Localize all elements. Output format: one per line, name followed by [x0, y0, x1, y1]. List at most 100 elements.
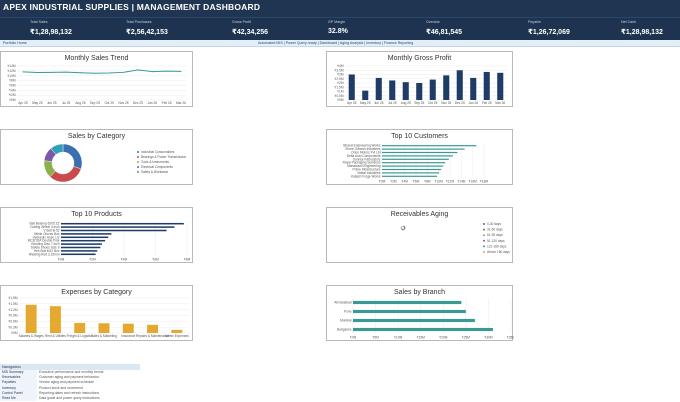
y-tick-label: ₹0.9M — [8, 314, 17, 318]
nav-table-row[interactable]: Read Me Data guide and power query instru… — [0, 395, 140, 402]
y-tick-label: Welding Rod 3.15mm — [29, 252, 60, 256]
sales-category-panel: Sales by Category Industrial Consumables… — [0, 129, 193, 185]
legend-label: Industrial Consumables — [141, 150, 175, 154]
x-tick-label: Salaries & Wages — [19, 334, 45, 338]
data-point — [94, 72, 96, 74]
x-tick-label: ₹0M — [350, 336, 357, 340]
kpi-value: ₹1,28,98,132 — [621, 29, 663, 36]
top-products-chart: ₹0M ₹2M ₹4M ₹6M ₹8MBall Bearing 6205 ZZCutti… — [28, 222, 191, 262]
y-tick-label: ₹0M — [337, 98, 344, 102]
expense-bar — [74, 322, 86, 333]
legend-swatch — [483, 245, 485, 248]
kpi-value: ₹1,26,72,069 — [528, 29, 570, 36]
x-tick-label: Oct 25 — [104, 101, 114, 105]
bar — [382, 168, 442, 171]
bar — [61, 246, 101, 249]
x-tick-label: ₹30M — [484, 336, 493, 340]
kpi-label: Overdue — [426, 20, 440, 24]
kpi-strip: Total Sales ₹1,28,98,132 Total Purchases ₹2… — [0, 18, 680, 40]
x-tick-label: Oct 25 — [428, 101, 438, 105]
data-point — [123, 71, 125, 73]
y-tick-label: ₹4M — [337, 64, 344, 68]
expense-bar — [49, 306, 61, 333]
y-tick-label: ₹2M — [337, 81, 344, 85]
receivables-panel: Receivables Aging 0-30 days 31-60 days 61-… — [326, 207, 513, 263]
bar — [382, 145, 477, 147]
x-tick-label: ₹35M — [507, 336, 514, 340]
x-tick-label: ₹10M — [394, 336, 403, 340]
x-tick-label: Mar 26 — [176, 101, 186, 105]
expenses-chart: ₹0M ₹0.3M ₹0.6M₹0.9M ₹1.2M ₹1.5M ₹1.8M Salarie… — [8, 296, 189, 338]
x-tick-label: Insurance — [121, 334, 135, 338]
gp-bar — [470, 77, 477, 100]
kpi-label: Payable — [528, 20, 541, 24]
legend-swatch — [137, 151, 139, 153]
bar — [382, 155, 453, 157]
bar — [382, 172, 440, 174]
y-tick-label: ₹2M — [9, 93, 16, 97]
x-tick-label: Dec 25 — [455, 101, 465, 105]
x-tick-label: Feb 26 — [482, 101, 492, 105]
x-tick-label: Jan 26 — [468, 101, 478, 105]
kpi-label: Total Purchases — [126, 20, 152, 24]
y-tick-label: ₹8M — [9, 79, 16, 83]
x-tick-label: Sep 25 — [414, 101, 424, 105]
gp-bar — [389, 80, 396, 100]
y-tick-label: ₹1.2M — [8, 308, 17, 312]
x-tick-label: Mar 26 — [495, 101, 505, 105]
bar — [61, 243, 102, 245]
x-tick-label: ₹5M — [372, 336, 379, 340]
legend-swatch — [483, 234, 485, 237]
kpi-label: Net Cash — [621, 20, 636, 24]
y-tick-label: ₹12M — [7, 69, 16, 73]
x-tick-label: ₹4M — [401, 180, 408, 184]
x-tick-label: ₹10M — [435, 180, 444, 184]
data-point — [180, 70, 182, 72]
legend-swatch — [137, 171, 139, 173]
x-tick-label: Sales & Marketing — [91, 334, 117, 338]
y-tick-label: ₹4M — [9, 88, 16, 92]
sales-trend-line — [22, 69, 182, 74]
nav-links[interactable]: Automated MIS | Power Query ready | Dash… — [258, 41, 413, 45]
x-tick-label: Jul 25 — [388, 101, 397, 105]
gp-bar — [416, 83, 423, 100]
x-tick-label: Apr 25 — [347, 101, 357, 105]
legend-swatch — [483, 251, 485, 253]
gp-bar — [497, 72, 504, 100]
nav-bar: Portfolio Home Automated MIS | Power Que… — [0, 40, 680, 47]
gp-bar — [429, 79, 436, 100]
data-point — [166, 70, 168, 72]
gp-bar — [375, 77, 382, 100]
kpi-value: ₹46,81,545 — [426, 29, 463, 36]
dashboard-header: APEX INDUSTRIAL SUPPLIES | MANAGEMENT DA… — [0, 0, 680, 17]
gp-bar — [443, 75, 450, 100]
y-tick-label: ₹2.5M — [334, 77, 343, 81]
kpi-value: 32.8% — [328, 28, 348, 35]
y-tick-label: ₹1.8M — [8, 296, 17, 300]
x-tick-label: ₹18M — [480, 180, 489, 184]
legend-swatch — [137, 156, 139, 158]
y-tick-label: Pune — [344, 310, 352, 314]
bar — [353, 327, 493, 332]
kpi-value: ₹1,28,98,132 — [30, 29, 72, 36]
y-tick-label: Bangalore — [337, 328, 352, 332]
bar — [382, 148, 465, 150]
x-tick-label: Aug 25 — [75, 101, 85, 105]
receivables-chart: 0-30 days 31-60 days61-90 days 91-120 days… — [400, 222, 510, 254]
y-tick-label: ₹3.5M — [334, 68, 343, 72]
gp-bar — [402, 82, 409, 100]
expense-bar — [122, 323, 134, 333]
portfolio-home-link[interactable]: Portfolio Home — [3, 41, 27, 45]
data-point — [36, 72, 38, 74]
legend-label: Tools & Instruments — [141, 160, 169, 164]
y-tick-label: ₹0M — [11, 331, 18, 335]
kpi-label: GP Margin — [328, 20, 346, 24]
y-tick-label: ₹10M — [7, 74, 16, 78]
nav-table-key[interactable]: Read Me — [0, 395, 37, 402]
monthly-sales-chart: ₹0M₹2M₹4M₹6M₹8M₹10M₹12M₹14M Apr 25 May 25 J… — [7, 64, 187, 105]
x-tick-label: Apr 25 — [18, 101, 28, 105]
bar — [61, 250, 98, 252]
bar — [353, 309, 466, 314]
y-tick-label: Mumbai — [340, 319, 352, 323]
x-tick-label: Freight & Logistics — [67, 334, 94, 338]
